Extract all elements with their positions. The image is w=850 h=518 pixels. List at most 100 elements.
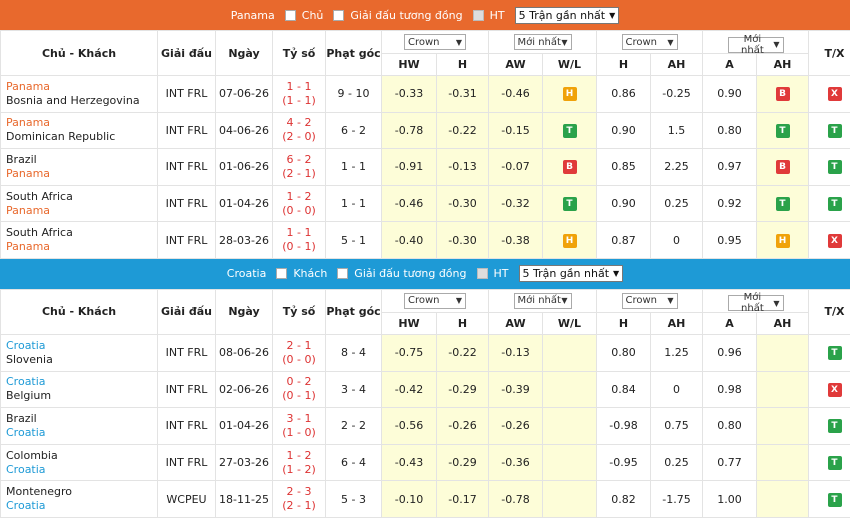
full-time-score[interactable]: 0 - 2: [273, 375, 325, 389]
full-time-score[interactable]: 1 - 2: [273, 449, 325, 463]
away-team-link[interactable]: Panama: [6, 240, 157, 254]
wl-cell: T: [543, 112, 597, 149]
full-time-score[interactable]: 1 - 1: [273, 80, 325, 94]
latest-select-2[interactable]: Mới nhất▼: [728, 37, 784, 53]
away-team-link[interactable]: Panama: [6, 167, 157, 181]
h-cell: -0.31: [437, 76, 489, 113]
wl-cell: [543, 408, 597, 445]
table-row[interactable]: BrazilCroatia INT FRL 01-04-26 3 - 1(1 -…: [1, 408, 850, 445]
col-h2: H: [597, 312, 651, 334]
a-cell: 0.77: [703, 444, 757, 481]
a-cell: 0.97: [703, 149, 757, 186]
col-score: Tỷ số: [273, 289, 326, 334]
away-team-link[interactable]: Belgium: [6, 389, 157, 403]
table-row[interactable]: CroatiaSlovenia INT FRL 08-06-26 2 - 1(0…: [1, 334, 850, 371]
home-team-link[interactable]: Panama: [6, 80, 157, 94]
full-time-score[interactable]: 2 - 1: [273, 339, 325, 353]
col-h: H: [437, 54, 489, 76]
ht-filter[interactable]: HT: [473, 9, 505, 22]
filter-bar: Croatia Khách Giải đấu tương đồng HT 5 T…: [0, 259, 850, 289]
home-checkbox[interactable]: [276, 268, 287, 279]
result-badge: B: [563, 160, 577, 174]
result-badge: T: [828, 493, 842, 507]
same-league-filter[interactable]: Giải đấu tương đồng: [333, 9, 462, 22]
table-row[interactable]: South AfricaPanama INT FRL 28-03-26 1 - …: [1, 222, 850, 259]
hw-cell: -0.46: [382, 185, 437, 222]
home-team-link[interactable]: Montenegro: [6, 485, 157, 499]
table-row[interactable]: MontenegroCroatia WCPEU 18-11-25 2 - 3(2…: [1, 481, 850, 518]
away-team-link[interactable]: Croatia: [6, 426, 157, 440]
home-team-link[interactable]: Panama: [6, 116, 157, 130]
chevron-down-icon: ▼: [613, 269, 619, 278]
home-filter[interactable]: Chủ: [285, 9, 324, 22]
recent-matches-select[interactable]: 5 Trận gần nhất▼: [519, 265, 624, 282]
away-team-link[interactable]: Slovenia: [6, 353, 157, 367]
col-date: Ngày: [216, 289, 273, 334]
full-time-score[interactable]: 3 - 1: [273, 412, 325, 426]
col-score: Tỷ số: [273, 31, 326, 76]
latest-select[interactable]: Mới nhất▼: [514, 34, 572, 50]
table-row[interactable]: PanamaDominican Republic INT FRL 04-06-2…: [1, 112, 850, 149]
latest-select[interactable]: Mới nhất▼: [514, 293, 572, 309]
recent-matches-select[interactable]: 5 Trận gần nhất▼: [515, 7, 620, 24]
full-time-score[interactable]: 1 - 2: [273, 190, 325, 204]
away-team-link[interactable]: Dominican Republic: [6, 130, 157, 144]
full-time-score[interactable]: 4 - 2: [273, 116, 325, 130]
home-team-link[interactable]: Croatia: [6, 339, 157, 353]
home-team-link[interactable]: Brazil: [6, 412, 157, 426]
table-row[interactable]: PanamaBosnia and Herzegovina INT FRL 07-…: [1, 76, 850, 113]
full-time-score[interactable]: 6 - 2: [273, 153, 325, 167]
result-badge: X: [828, 383, 842, 397]
chevron-down-icon: ▼: [667, 38, 673, 47]
crown-select-2[interactable]: Crown▼: [622, 293, 678, 309]
ht-checkbox[interactable]: [473, 10, 484, 21]
date-cell: 07-06-26: [216, 76, 273, 113]
table-row[interactable]: CroatiaBelgium INT FRL 02-06-26 0 - 2(0 …: [1, 371, 850, 408]
home-team-link[interactable]: South Africa: [6, 190, 157, 204]
table-row[interactable]: BrazilPanama INT FRL 01-06-26 6 - 2(2 - …: [1, 149, 850, 186]
full-time-score[interactable]: 1 - 1: [273, 226, 325, 240]
league-cell: INT FRL: [158, 222, 216, 259]
tx-cell: T: [809, 481, 850, 518]
away-team-link[interactable]: Croatia: [6, 463, 157, 477]
h2-cell: 0.86: [597, 76, 651, 113]
col-tx: T/X: [809, 289, 850, 334]
latest-select-2[interactable]: Mới nhất▼: [728, 295, 784, 311]
home-team-link[interactable]: Brazil: [6, 153, 157, 167]
same-league-checkbox[interactable]: [333, 10, 344, 21]
col-teams: Chủ - Khách: [1, 289, 158, 334]
a-cell: 0.80: [703, 408, 757, 445]
table-row[interactable]: South AfricaPanama INT FRL 01-04-26 1 - …: [1, 185, 850, 222]
same-league-filter[interactable]: Giải đấu tương đồng: [337, 267, 466, 280]
a-cell: 0.80: [703, 112, 757, 149]
crown-select[interactable]: Crown▼: [404, 34, 466, 50]
crown-select[interactable]: Crown▼: [404, 293, 466, 309]
ht-filter[interactable]: HT: [477, 267, 509, 280]
corner-cell: 6 - 4: [326, 444, 382, 481]
corner-cell: 1 - 1: [326, 185, 382, 222]
ht-checkbox[interactable]: [477, 268, 488, 279]
tx-cell: T: [809, 334, 850, 371]
aw-cell: -0.36: [489, 444, 543, 481]
away-team-link[interactable]: Bosnia and Herzegovina: [6, 94, 157, 108]
away-team-link[interactable]: Croatia: [6, 499, 157, 513]
home-team-link[interactable]: Croatia: [6, 375, 157, 389]
home-checkbox[interactable]: [285, 10, 296, 21]
home-team-link[interactable]: South Africa: [6, 226, 157, 240]
home-team-link[interactable]: Colombia: [6, 449, 157, 463]
h2-cell: 0.90: [597, 112, 651, 149]
tx-cell: T: [809, 444, 850, 481]
away-team-link[interactable]: Panama: [6, 204, 157, 218]
result-badge: T: [828, 124, 842, 138]
result-badge: X: [828, 234, 842, 248]
wl-cell: [543, 481, 597, 518]
date-cell: 27-03-26: [216, 444, 273, 481]
ah2-cell: [757, 371, 809, 408]
full-time-score[interactable]: 2 - 3: [273, 485, 325, 499]
team-section-0: Panama Chủ Giải đấu tương đồng HT 5 Trận…: [0, 0, 850, 259]
crown-select-2[interactable]: Crown▼: [622, 34, 678, 50]
same-league-checkbox[interactable]: [337, 268, 348, 279]
home-filter[interactable]: Khách: [276, 267, 327, 280]
table-row[interactable]: ColombiaCroatia INT FRL 27-03-26 1 - 2(1…: [1, 444, 850, 481]
h-cell: -0.30: [437, 185, 489, 222]
